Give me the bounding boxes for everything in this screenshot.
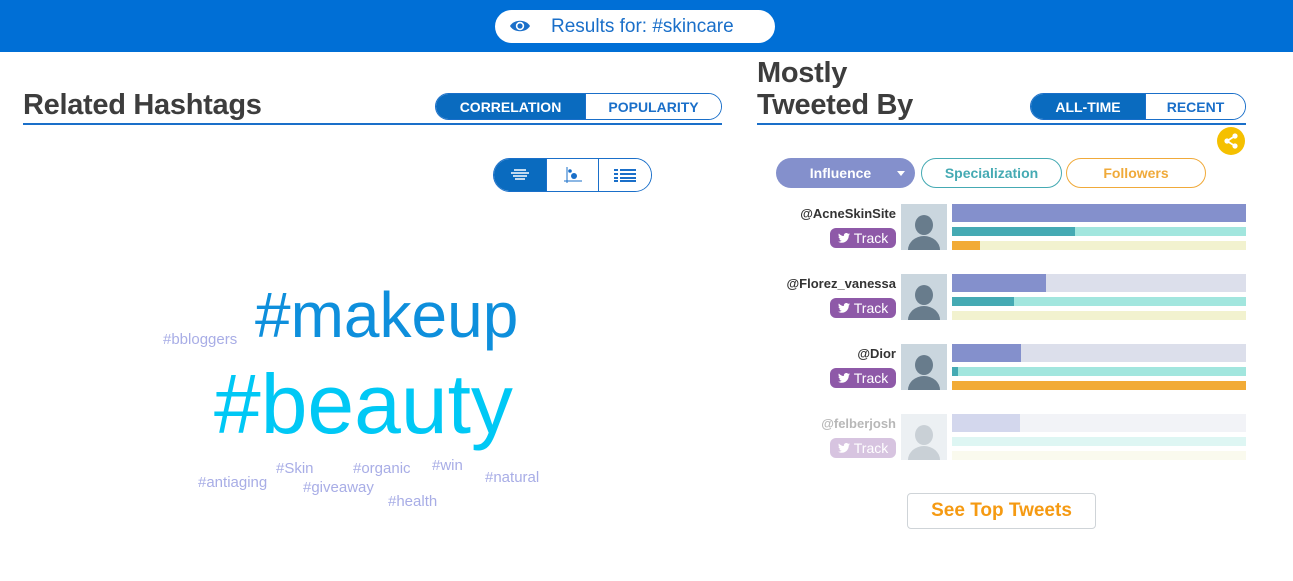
followers-bar-track [952,241,1246,250]
twitter-bird-icon [837,443,850,453]
hashtag-win[interactable]: #win [432,458,463,473]
track-label: Track [853,300,889,316]
tab-correlation[interactable]: CORRELATION [436,94,585,119]
track-label: Track [853,370,889,386]
list-view-button[interactable] [598,159,651,191]
specialization-bar-track [952,367,1246,376]
list-view-icon [614,169,637,182]
tab-all-time[interactable]: ALL-TIME [1031,94,1145,119]
hashtag-beauty[interactable]: #beauty [214,362,513,446]
avatar[interactable] [901,414,947,460]
metric-followers-button[interactable]: Followers [1066,158,1206,188]
metric-specialization-button[interactable]: Specialization [921,158,1062,188]
hashtag-natural[interactable]: #natural [485,470,539,485]
influence-bar [952,344,1022,362]
followers-bar-track [952,451,1246,460]
hashtag-organic[interactable]: #organic [353,461,411,476]
see-top-tweets-button[interactable]: See Top Tweets [907,493,1096,529]
title-line-1: Mostly [757,57,848,89]
metric-influence-label: Influence [809,165,872,181]
results-for-label: Results for: #skincare [551,16,734,37]
related-hashtags-title: Related Hashtags [23,89,262,121]
followers-bar-track [952,381,1246,390]
twitter-bird-icon [837,233,850,243]
tab-popularity[interactable]: POPULARITY [585,94,721,119]
user-row: @felberjosh Track [780,408,1250,460]
followers-bar-track [952,311,1246,320]
specialization-bar-track [952,437,1246,446]
avatar[interactable] [901,274,947,320]
track-button[interactable]: Track [830,228,896,248]
track-button[interactable]: Track [830,368,896,388]
tab-recent[interactable]: RECENT [1145,94,1245,119]
influence-bar [952,274,1047,292]
twitter-bird-icon [837,373,850,383]
user-handle[interactable]: @AcneSkinSite [800,206,896,221]
metric-influence-dropdown[interactable]: Influence [776,158,915,188]
mostly-tweeted-divider [757,123,1246,125]
scatter-view-icon [563,167,582,183]
avatar[interactable] [901,204,947,250]
view-mode-toggle [493,158,652,192]
twitter-bird-icon [837,303,850,313]
user-row: @Florez_vanessa Track [780,268,1250,320]
influence-bar-track [952,344,1246,362]
user-handle[interactable]: @Dior [857,346,896,361]
followers-bar [952,381,1246,390]
top-bar: Results for: #skincare [0,0,1293,52]
user-row: @AcneSkinSite Track [780,198,1250,250]
influence-bar [952,204,1246,222]
influence-bar-track [952,274,1246,292]
track-button[interactable]: Track [830,298,896,318]
hashtag-giveaway[interactable]: #giveaway [303,480,374,495]
cloud-view-button[interactable] [494,159,546,191]
chevron-down-icon [897,171,905,176]
followers-bar [952,241,980,250]
specialization-bar [952,367,958,376]
user-handle[interactable]: @felberjosh [821,416,896,431]
hashtag-makeup[interactable]: #makeup [255,283,518,347]
hashtag-mode-toggle: CORRELATION POPULARITY [435,93,722,120]
track-label: Track [853,440,889,456]
hashtag-health[interactable]: #health [388,494,437,509]
hashtag-skin[interactable]: #Skin [276,461,314,476]
user-handle[interactable]: @Florez_vanessa [786,276,896,291]
title-line-2: Tweeted By [757,89,914,121]
time-range-toggle: ALL-TIME RECENT [1030,93,1246,120]
specialization-bar-track [952,227,1246,236]
avatar[interactable] [901,344,947,390]
share-icon [1224,133,1238,149]
user-row: @Dior Track [780,338,1250,390]
share-button[interactable] [1217,127,1245,155]
specialization-bar [952,227,1076,236]
hashtag-bbloggers[interactable]: #bbloggers [163,332,237,347]
results-for-pill[interactable]: Results for: #skincare [495,10,775,43]
hashtag-antiaging[interactable]: #antiaging [198,475,267,490]
influence-bar [952,414,1020,432]
scatter-view-button[interactable] [545,159,599,191]
track-label: Track [853,230,889,246]
eye-icon [510,20,530,32]
mostly-tweeted-by-title: Mostly Tweeted By [757,57,913,121]
track-button[interactable]: Track [830,438,896,458]
specialization-bar-track [952,297,1246,306]
cloud-view-icon [510,169,529,180]
influence-bar-track [952,204,1246,222]
influence-bar-track [952,414,1246,432]
related-hashtags-divider [23,123,722,125]
specialization-bar [952,297,1014,306]
